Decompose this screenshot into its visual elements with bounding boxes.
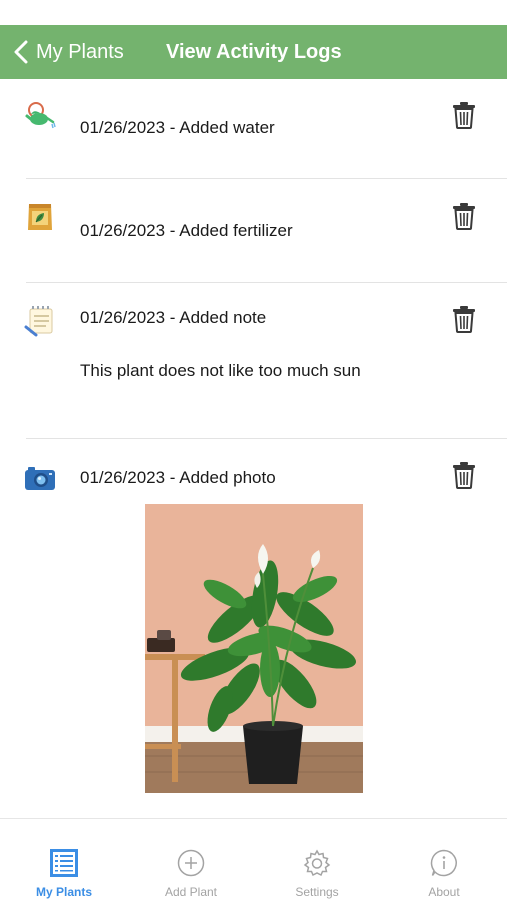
info-icon xyxy=(430,849,457,877)
tab-about[interactable]: About xyxy=(389,849,499,900)
entry-divider xyxy=(26,282,507,283)
trash-icon xyxy=(453,102,475,129)
delete-entry-button[interactable] xyxy=(452,461,476,489)
gear-icon xyxy=(303,849,331,877)
tab-label: About xyxy=(428,885,460,899)
log-entry-text: 01/26/2023 - Added water xyxy=(80,118,275,137)
plus-circle-icon xyxy=(177,849,205,877)
log-entry-text: 01/26/2023 - Added photo xyxy=(80,468,276,487)
delete-entry-button[interactable] xyxy=(452,202,476,230)
status-bar xyxy=(0,0,507,25)
tab-label: Add Plant xyxy=(164,885,218,899)
trash-icon xyxy=(453,306,475,333)
tab-add-plant[interactable]: Add Plant xyxy=(136,849,246,900)
entry-divider xyxy=(26,438,507,439)
log-entry-note-text: This plant does not like too much sun xyxy=(80,361,361,380)
navigation-bar: My Plants View Activity Logs xyxy=(0,25,507,79)
tab-my-plants[interactable]: My Plants xyxy=(9,849,119,900)
chevron-left-icon xyxy=(14,40,28,64)
plant-photo[interactable] xyxy=(145,504,363,793)
trash-icon xyxy=(453,462,475,489)
log-entry-text: 01/26/2023 - Added fertilizer xyxy=(80,221,293,240)
entry-divider xyxy=(26,178,507,179)
list-icon xyxy=(50,849,78,877)
trash-icon xyxy=(453,203,475,230)
app-screen: My Plants View Activity Logs 01/26/2023 … xyxy=(0,0,507,900)
tab-label: My Plants xyxy=(35,885,92,899)
tab-label: Settings xyxy=(295,885,339,899)
camera-icon xyxy=(24,462,56,494)
page-title: View Activity Logs xyxy=(166,41,342,63)
fertilizer-bag-icon xyxy=(24,200,56,232)
back-button[interactable]: My Plants xyxy=(14,25,124,79)
notepad-icon xyxy=(24,305,56,337)
tab-settings[interactable]: Settings xyxy=(262,849,372,900)
delete-entry-button[interactable] xyxy=(452,305,476,333)
watering-can-icon xyxy=(24,100,56,132)
log-entry-text: 01/26/2023 - Added note xyxy=(80,308,267,327)
tab-bar: My Plants Add Plant Settings About xyxy=(0,818,507,900)
back-button-label: My Plants xyxy=(36,40,124,63)
delete-entry-button[interactable] xyxy=(452,101,476,129)
